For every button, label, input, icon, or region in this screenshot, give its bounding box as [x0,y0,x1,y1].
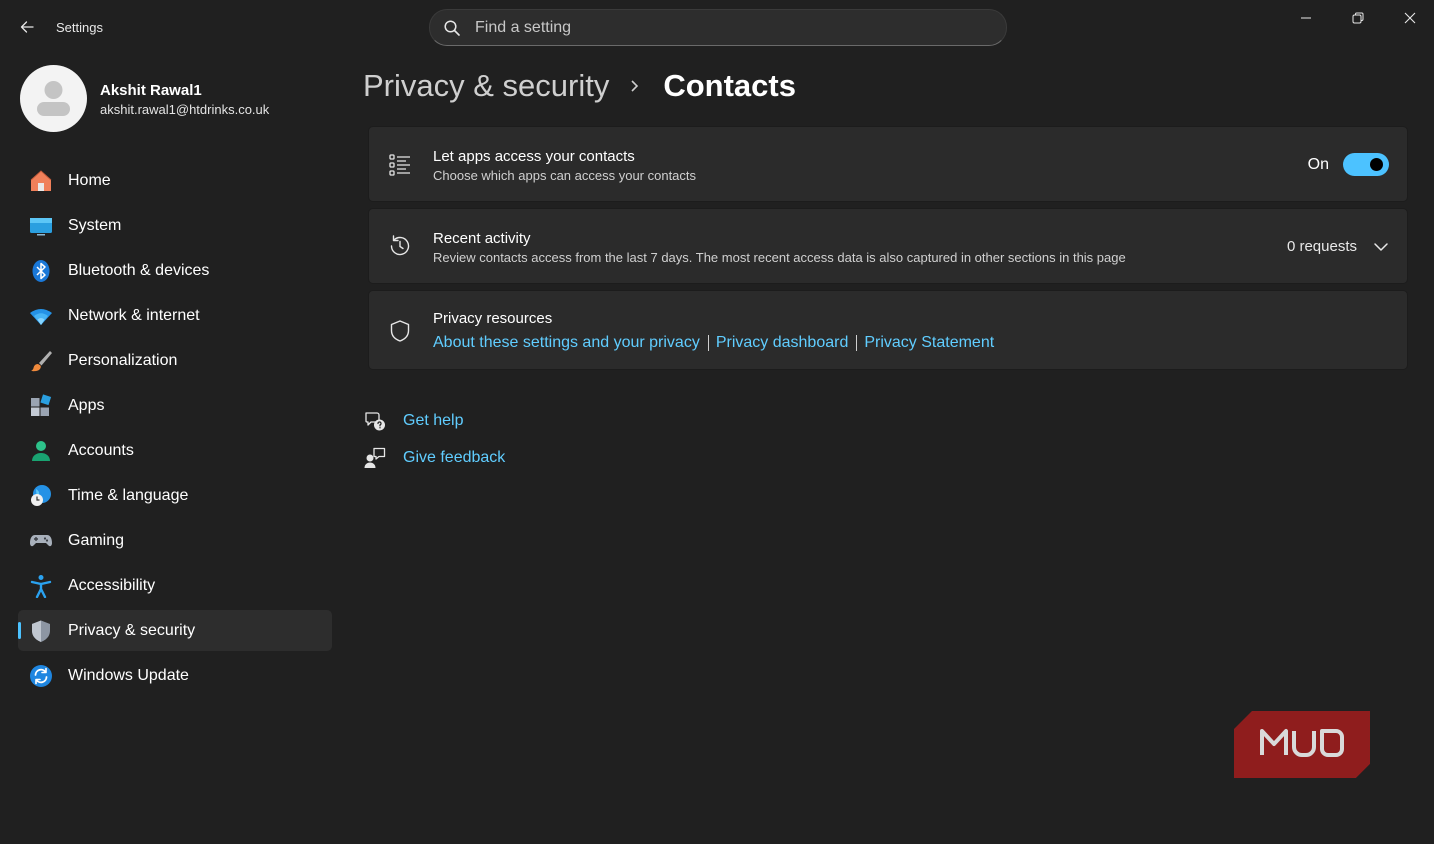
sidebar-item-network[interactable]: Network & internet [18,295,332,336]
sidebar-item-label: Accounts [68,441,134,459]
shield-icon [32,620,50,642]
privacy-resources-card: Privacy resources About these settings a… [368,290,1408,370]
sidebar-item-label: Accessibility [68,576,156,594]
accessibility-icon [30,575,52,598]
requests-count: 0 requests [1286,238,1357,255]
sidebar-item-gaming[interactable]: Gaming [18,520,332,561]
card-title: Recent activity [433,230,531,247]
back-arrow-icon [20,21,34,33]
link-divider [707,335,709,351]
chevron-down-icon[interactable] [1371,237,1391,257]
sidebar-item-bluetooth[interactable]: Bluetooth & devices [18,250,332,291]
toggle-knob [1370,158,1383,171]
accounts-icon [32,441,50,461]
contacts-access-card: Let apps access your contacts Choose whi… [368,126,1408,202]
globe-clock-icon [31,485,51,506]
search-box[interactable] [429,9,1007,46]
page-title: Contacts [663,68,796,103]
link-privacy-statement[interactable]: Privacy Statement [864,334,994,352]
list-icon [389,154,410,176]
privacy-links: About these settings and your privacy Pr… [433,334,994,352]
sidebar-item-personalization[interactable]: Personalization [18,340,332,381]
minimize-icon [1301,17,1311,19]
sidebar-item-label: Home [68,171,111,189]
home-icon [30,170,52,191]
shield-outline-icon [390,320,410,342]
give-feedback-link[interactable]: Give feedback [364,447,505,469]
restore-button[interactable] [1338,6,1378,30]
sidebar-item-apps[interactable]: Apps [18,385,332,426]
card-description: Review contacts access from the last 7 d… [433,250,1126,265]
card-description: Choose which apps can access your contac… [433,168,697,183]
sidebar-item-label: Gaming [68,531,125,549]
get-help-label: Get help [403,412,464,429]
sidebar-item-label: Windows Update [68,666,189,684]
wifi-icon [30,309,52,325]
feedback-icon [364,447,386,468]
give-feedback-label: Give feedback [403,449,506,466]
settings-window: Settings Akshit R [0,0,1434,844]
help-chat-icon [365,412,385,431]
profile-name: Akshit Rawal1 [100,82,202,99]
close-icon [1404,12,1416,24]
back-button[interactable] [14,14,40,40]
sidebar-item-label: Network & internet [68,306,200,324]
gamepad-icon [30,535,52,547]
link-about-settings[interactable]: About these settings and your privacy [433,334,700,352]
sidebar-item-label: Time & language [68,486,189,504]
sidebar-item-windows-update[interactable]: Windows Update [18,655,332,696]
link-divider [856,335,858,351]
breadcrumb: Privacy & security Contacts [363,64,796,108]
sidebar-item-home[interactable]: Home [18,160,332,201]
recent-activity-card[interactable]: Recent activity Review contacts access f… [368,208,1408,284]
close-button[interactable] [1390,6,1430,30]
search-icon [444,20,460,36]
user-profile[interactable]: Akshit Rawal1 akshit.rawal1@htdrinks.co.… [20,65,330,133]
get-help-link[interactable]: Get help [364,410,463,432]
sidebar-item-label: Apps [68,396,105,414]
user-avatar-icon [37,81,70,116]
title-bar: Settings [0,0,1434,52]
app-title: Settings [56,20,103,35]
sidebar-item-accessibility[interactable]: Accessibility [18,565,332,606]
sidebar-item-privacy-security[interactable]: Privacy & security [18,610,332,651]
sidebar-item-accounts[interactable]: Accounts [18,430,332,471]
search-input[interactable] [475,17,975,39]
restore-icon [1352,12,1364,24]
sidebar-item-time-language[interactable]: Time & language [18,475,332,516]
avatar [20,65,87,132]
apps-icon [31,394,52,416]
profile-email: akshit.rawal1@htdrinks.co.uk [100,102,270,117]
sidebar-item-system[interactable]: System [18,205,332,246]
update-icon [30,665,52,687]
bluetooth-icon [32,260,50,282]
link-privacy-dashboard[interactable]: Privacy dashboard [716,334,849,352]
muo-logo-watermark [1234,711,1370,778]
history-icon [390,235,410,256]
breadcrumb-parent[interactable]: Privacy & security [363,68,609,104]
sidebar-item-label: Bluetooth & devices [68,261,210,279]
sidebar-item-label: Privacy & security [68,621,196,639]
card-title: Privacy resources [433,310,553,327]
chevron-right-icon [629,79,641,93]
sidebar-item-label: Personalization [68,351,178,369]
contacts-access-toggle[interactable] [1343,153,1389,176]
card-title: Let apps access your contacts [433,148,635,165]
sidebar-nav: Home System Bluetooth & devices Network … [18,160,332,700]
toggle-state-label: On [1307,156,1329,173]
system-icon [30,218,52,236]
brush-icon [31,351,52,372]
minimize-button[interactable] [1286,6,1326,30]
sidebar-item-label: System [68,216,122,234]
